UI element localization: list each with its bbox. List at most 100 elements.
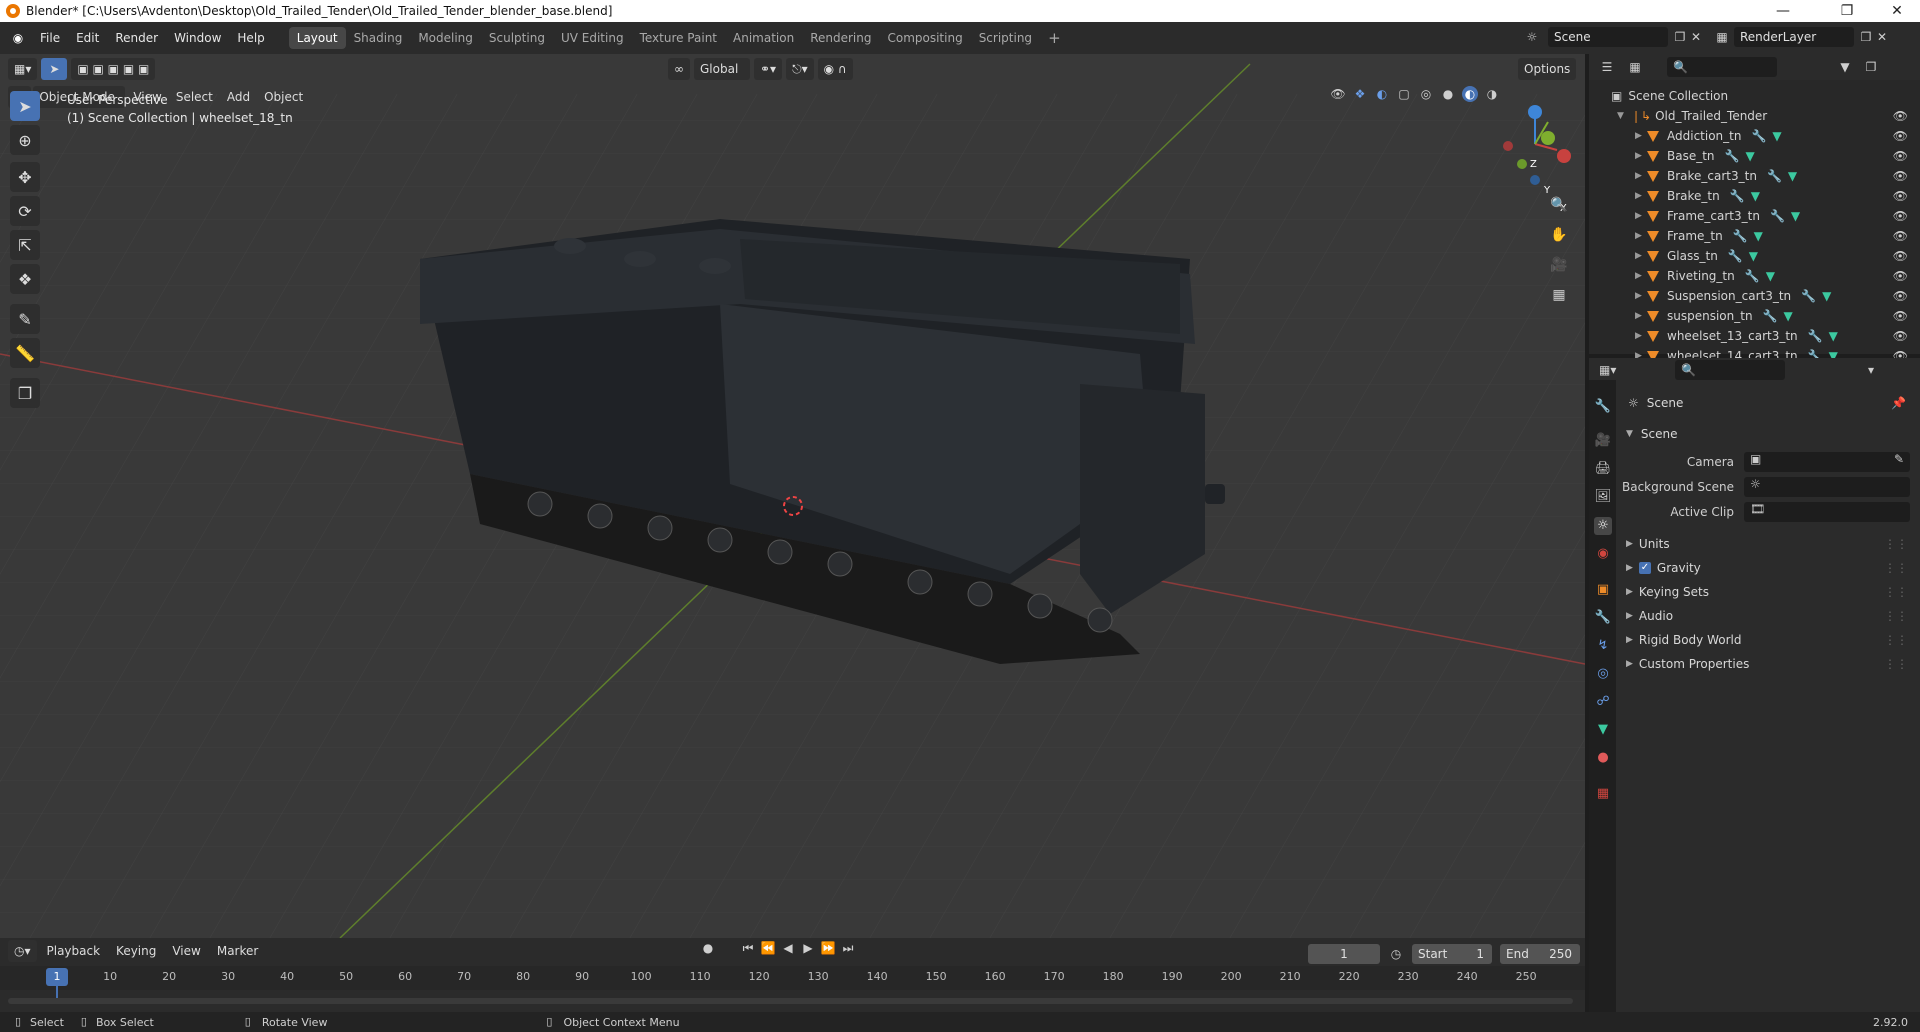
move-tool-icon[interactable]: ✥ — [10, 162, 40, 192]
modifier-icon[interactable]: 🔧 — [1770, 209, 1785, 223]
expand-arrow-icon[interactable]: ▶ — [1635, 131, 1647, 141]
outliner-scene-collection[interactable]: ▣ Scene Collection — [1589, 86, 1920, 106]
tab-animation[interactable]: Animation — [725, 27, 802, 49]
properties-editor-icon[interactable]: ▦▾ — [1599, 362, 1616, 378]
eyedropper-icon[interactable]: ✎ — [1894, 452, 1904, 466]
visibility-eye-icon[interactable]: 👁 — [1893, 269, 1908, 283]
subpanel-header[interactable]: ▶ Rigid Body World ⋮⋮ — [1620, 629, 1920, 651]
texture-tab-icon[interactable]: ▦ — [1594, 785, 1612, 803]
subpanel-header[interactable]: ▶ Custom Properties ⋮⋮ — [1620, 653, 1920, 675]
outliner-editor-icon[interactable]: ☰ — [1599, 59, 1615, 75]
visibility-eye-icon[interactable]: 👁 — [1893, 309, 1908, 323]
view-layer-icon[interactable]: ▦ — [1714, 29, 1730, 45]
jump-end-icon[interactable]: ⏭ — [840, 940, 856, 956]
menu-keying[interactable]: Keying — [110, 940, 162, 962]
modifier-icon[interactable]: 🔧 — [1730, 189, 1745, 203]
current-frame-field[interactable]: 1 — [1308, 944, 1380, 964]
start-frame-field[interactable]: Start 1 — [1412, 944, 1492, 964]
tab-modeling[interactable]: Modeling — [410, 27, 481, 49]
select-box-tool-icon[interactable]: ➤ — [10, 91, 40, 121]
outliner-object-row[interactable]: ▶ Addiction_tn 🔧 ▼ 👁 — [1589, 126, 1920, 146]
subpanel-header[interactable]: ▶ Units ⋮⋮ — [1620, 533, 1920, 555]
end-frame-field[interactable]: End 250 — [1500, 944, 1580, 964]
transform-orientation-dropdown[interactable]: Global — [694, 58, 750, 80]
view-layer-selector[interactable]: RenderLayer — [1734, 27, 1854, 47]
select-tool-icon[interactable]: ➤ — [41, 58, 68, 80]
rotate-tool-icon[interactable]: ⟳ — [10, 196, 40, 226]
camera-view-icon[interactable]: 🎥 — [1546, 252, 1572, 278]
visibility-eye-icon[interactable]: 👁 — [1893, 149, 1908, 163]
panel-collapsed-icon[interactable]: ▶ — [1626, 563, 1633, 573]
measure-tool-icon[interactable]: 📏 — [10, 338, 40, 368]
outliner-object-row[interactable]: ▶ Glass_tn 🔧 ▼ 👁 — [1589, 246, 1920, 266]
visibility-eye-icon[interactable]: 👁 — [1893, 249, 1908, 263]
cursor-tool-icon[interactable]: ⊕ — [10, 125, 40, 155]
outliner-object-row[interactable]: ▶ Base_tn 🔧 ▼ 👁 — [1589, 146, 1920, 166]
material-tab-icon[interactable]: ● — [1594, 749, 1612, 767]
delete-scene-icon[interactable]: ✕ — [1688, 29, 1704, 45]
outliner-object-row[interactable]: ▶ suspension_tn 🔧 ▼ 👁 — [1589, 306, 1920, 326]
properties-search-input[interactable]: 🔍 — [1675, 360, 1785, 380]
outliner-search-input[interactable]: 🔍 — [1667, 57, 1777, 77]
pin-icon[interactable]: 📌 — [1891, 396, 1906, 410]
scene-tab-icon[interactable]: ☼ — [1594, 517, 1612, 535]
panel-collapsed-icon[interactable]: ▶ — [1626, 635, 1633, 645]
tab-rendering[interactable]: Rendering — [802, 27, 879, 49]
options-dropdown[interactable]: Options — [1518, 58, 1577, 80]
drag-handle-icon[interactable]: ⋮⋮ — [1884, 585, 1908, 599]
modifier-icon[interactable]: 🔧 — [1725, 149, 1740, 163]
mesh-data-icon[interactable]: ▼ — [1784, 309, 1793, 323]
tab-uv-editing[interactable]: UV Editing — [553, 27, 632, 49]
expand-arrow-icon[interactable]: ▶ — [1635, 171, 1647, 181]
shading-wireframe-icon[interactable]: ◎ — [1418, 86, 1434, 102]
expand-arrow-icon[interactable]: ▼ — [1617, 111, 1629, 121]
expand-arrow-icon[interactable]: ▶ — [1635, 291, 1647, 301]
close-icon[interactable]: ✕ — [1874, 0, 1920, 22]
expand-arrow-icon[interactable]: ▶ — [1635, 151, 1647, 161]
world-tab-icon[interactable]: ◉ — [1594, 545, 1612, 563]
new-view-layer-icon[interactable]: ❐ — [1858, 29, 1874, 45]
modifier-icon[interactable]: 🔧 — [1733, 229, 1748, 243]
shading-rendered-icon[interactable]: ◑ — [1484, 86, 1500, 102]
transform-tool-icon[interactable]: ❖ — [10, 264, 40, 294]
shading-solid-icon[interactable]: ● — [1440, 86, 1456, 102]
visibility-eye-icon[interactable]: 👁 — [1893, 289, 1908, 303]
subpanel-header[interactable]: ▶ Audio ⋮⋮ — [1620, 605, 1920, 627]
tool-tab-icon[interactable]: 🔧 — [1594, 398, 1612, 416]
scale-tool-icon[interactable]: ⇱ — [10, 230, 40, 260]
mesh-data-icon[interactable]: ▼ — [1745, 149, 1754, 163]
menu-help[interactable]: Help — [229, 27, 272, 49]
outliner-object-row[interactable]: ▶ Brake_tn 🔧 ▼ 👁 — [1589, 186, 1920, 206]
outliner-collection-old-trailed-tender[interactable]: ▼ ❘↳ Old_Trailed_Tender 👁 — [1589, 106, 1920, 126]
new-collection-icon[interactable]: ❐ — [1863, 59, 1879, 75]
properties-options-icon[interactable]: ▾ — [1863, 362, 1879, 378]
panel-expand-icon[interactable]: ▼ — [1626, 429, 1633, 439]
expand-arrow-icon[interactable]: ▶ — [1635, 331, 1647, 341]
ortho-toggle-icon[interactable]: ▦ — [1546, 282, 1572, 308]
outliner-object-row[interactable]: ▶ Riveting_tn 🔧 ▼ 👁 — [1589, 266, 1920, 286]
visibility-eye-icon[interactable]: 👁 — [1893, 189, 1908, 203]
mesh-data-icon[interactable]: ▼ — [1822, 289, 1831, 303]
modifier-tab-icon[interactable]: 🔧 — [1594, 609, 1612, 627]
modifier-icon[interactable]: 🔧 — [1808, 329, 1823, 343]
jump-keyframe-forward-icon[interactable]: ⏩ — [820, 940, 836, 956]
selection-mode-icons[interactable]: ▣ ▣ ▣ ▣ ▣ — [71, 58, 156, 80]
gizmo-toggle-icon[interactable]: ❖ — [1352, 86, 1368, 102]
timeline-scrollbar[interactable] — [8, 998, 1573, 1004]
mesh-data-icon[interactable]: ▼ — [1754, 229, 1763, 243]
expand-arrow-icon[interactable]: ▶ — [1635, 311, 1647, 321]
overlay-toggle-icon[interactable]: ◐ — [1374, 86, 1390, 102]
expand-arrow-icon[interactable]: ▶ — [1635, 191, 1647, 201]
3d-viewport[interactable]: Z X Y ▦▾ ➤ ▣ ▣ ▣ ▣ ▣ ∞ Global ⚭▾ ⎋▾ ◉ ∩ … — [0, 54, 1585, 938]
add-cube-tool-icon[interactable]: ❐ — [10, 378, 40, 408]
modifier-icon[interactable]: 🔧 — [1728, 249, 1743, 263]
proportional-edit-icon[interactable]: ◉ ∩ — [817, 58, 853, 80]
gravity-checkbox[interactable]: ✓ — [1638, 562, 1651, 574]
tab-scripting[interactable]: Scripting — [971, 27, 1040, 49]
filter-icon[interactable]: ▼ — [1837, 59, 1853, 75]
jump-keyframe-back-icon[interactable]: ⏪ — [760, 940, 776, 956]
new-scene-icon[interactable]: ❐ — [1672, 29, 1688, 45]
expand-arrow-icon[interactable]: ▶ — [1635, 231, 1647, 241]
preview-range-icon[interactable]: ◷ — [1388, 946, 1404, 962]
object-tab-icon[interactable]: ▣ — [1594, 581, 1612, 599]
